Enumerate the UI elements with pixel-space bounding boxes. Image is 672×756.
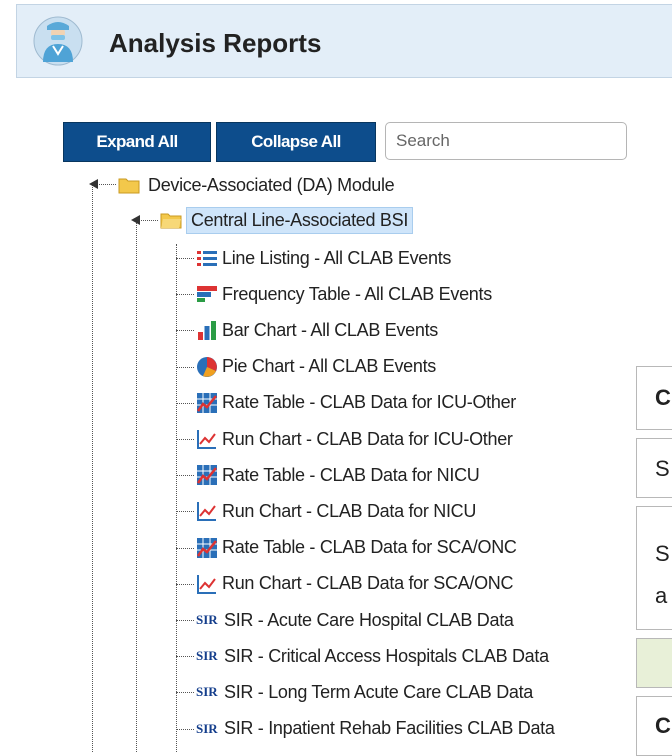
tree-leaf-report[interactable]: SIR SIR - Long Term Acute Care CLAB Data	[196, 678, 533, 706]
sir-icon: SIR	[196, 612, 218, 627]
tree-leaf-label: Pie Chart - All CLAB Events	[222, 356, 436, 377]
frequency-table-icon	[197, 286, 217, 303]
tree-leaf-label: SIR - Inpatient Rehab Facilities CLAB Da…	[224, 718, 555, 739]
tree-leaf-report[interactable]: Run Chart - CLAB Data for ICU-Other	[196, 425, 513, 453]
tree-node-label: Central Line-Associated BSI	[186, 206, 414, 234]
tree-leaf-report[interactable]: Bar Chart - All CLAB Events	[196, 316, 438, 344]
search-input[interactable]	[385, 122, 627, 160]
collapse-all-button[interactable]: Collapse All	[216, 122, 376, 162]
tree-leaf-label: Rate Table - CLAB Data for NICU	[222, 464, 480, 485]
tree-connector	[136, 218, 137, 752]
tree-connector	[176, 244, 177, 752]
side-panel-row: C	[636, 696, 672, 756]
rate-table-icon	[196, 465, 217, 486]
page-title: Analysis Reports	[109, 28, 322, 58]
tree-leaf-report[interactable]: Run Chart - CLAB Data for SCA/ONC	[196, 570, 514, 598]
run-chart-icon	[197, 430, 216, 449]
side-panel-row: C	[636, 366, 672, 430]
tree-leaf-label: Run Chart - CLAB Data for ICU-Other	[222, 428, 513, 449]
tree-leaf-report[interactable]: SIR SIR - Inpatient Rehab Facilities CLAB…	[196, 715, 555, 743]
rate-table-icon	[196, 537, 217, 558]
collapse-toggle-icon[interactable]	[130, 214, 144, 226]
tree-leaf-label: Run Chart - CLAB Data for NICU	[222, 500, 477, 521]
folder-icon	[118, 178, 140, 194]
tree-leaf-report[interactable]: SIR SIR - Acute Care Hospital CLAB Data	[196, 606, 514, 634]
side-panel-row: S a	[636, 506, 672, 630]
doctor-avatar-icon	[33, 16, 83, 66]
page-header: Analysis Reports	[16, 4, 672, 78]
tree-node-module[interactable]: Device-Associated (DA) Module	[118, 171, 398, 199]
tree-connector	[92, 184, 93, 752]
side-panel-row: S	[636, 438, 672, 498]
sir-icon: SIR	[196, 720, 218, 736]
tree-leaf-label: Bar Chart - All CLAB Events	[222, 319, 438, 340]
tree-leaf-report[interactable]: Pie Chart - All CLAB Events	[196, 353, 436, 381]
tree-leaf-label: Run Chart - CLAB Data for SCA/ONC	[222, 573, 514, 594]
sir-icon: SIR	[196, 684, 218, 700]
tree-leaf-report[interactable]: SIR SIR - Critical Access Hospitals CLAB …	[196, 642, 549, 670]
tree-leaf-report[interactable]: Rate Table - CLAB Data for NICU	[196, 461, 480, 489]
rate-table-icon	[196, 392, 217, 413]
tree-leaf-label: Rate Table - CLAB Data for SCA/ONC	[222, 537, 517, 558]
tree-leaf-label: SIR - Acute Care Hospital CLAB Data	[224, 609, 514, 630]
run-chart-icon	[197, 502, 216, 522]
expand-all-button[interactable]: Expand All	[63, 122, 211, 162]
tree-leaf-report[interactable]: Frequency Table - All CLAB Events	[196, 280, 492, 308]
tree-leaf-report[interactable]: Rate Table - CLAB Data for ICU-Other	[196, 389, 516, 417]
bar-chart-icon	[198, 321, 216, 341]
tree-node-group[interactable]: Central Line-Associated BSI	[160, 206, 414, 234]
tree-leaf-label: Line Listing - All CLAB Events	[222, 247, 452, 268]
folder-open-icon	[160, 213, 182, 229]
tree-leaf-report[interactable]: Line Listing - All CLAB Events	[196, 244, 451, 272]
pie-chart-icon	[197, 356, 217, 377]
tree-leaf-report[interactable]: Rate Table - CLAB Data for SCA/ONC	[196, 534, 517, 562]
collapse-toggle-icon[interactable]	[88, 178, 102, 190]
sir-icon: SIR	[196, 648, 218, 664]
side-panel-row	[636, 638, 672, 688]
tree-leaf-report[interactable]: Run Chart - CLAB Data for NICU	[196, 497, 476, 525]
tree-leaf-label: SIR - Critical Access Hospitals CLAB Dat…	[224, 645, 549, 666]
tree-node-label: Device-Associated (DA) Module	[148, 174, 395, 195]
line-listing-icon	[197, 251, 217, 266]
tree-leaf-label: SIR - Long Term Acute Care CLAB Data	[224, 681, 534, 702]
tree-leaf-label: Frequency Table - All CLAB Events	[222, 283, 492, 304]
run-chart-icon	[197, 574, 216, 594]
tree-leaf-label: Rate Table - CLAB Data for ICU-Other	[222, 392, 516, 413]
